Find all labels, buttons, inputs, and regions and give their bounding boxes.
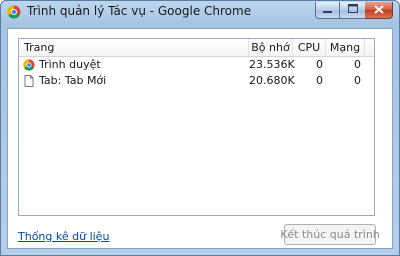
row-network: 0: [354, 58, 361, 71]
row-memory: 20.680K: [249, 74, 295, 87]
maximize-button[interactable]: [340, 2, 366, 19]
minimize-icon: [323, 5, 332, 16]
page-icon: [24, 75, 34, 87]
column-header-page[interactable]: Trang: [19, 39, 249, 56]
row-name: Tab: Tab Mới: [39, 74, 107, 87]
chrome-icon: [7, 5, 21, 19]
row-memory: 23.536K: [249, 58, 295, 71]
window-title: Trình quản lý Tác vụ - Google Chrome: [27, 4, 252, 18]
stats-for-nerds-link[interactable]: Thống kê dữ liệu: [18, 230, 109, 243]
column-header-cpu[interactable]: CPU: [293, 39, 326, 56]
table-row[interactable]: Trình duyệt 23.536K 0 0: [19, 57, 374, 73]
task-manager-window: Trình quản lý Tác vụ - Google Chrome Tra…: [0, 0, 400, 256]
row-cpu: 0: [316, 74, 323, 87]
column-header-memory[interactable]: Bộ nhớ: [249, 39, 293, 56]
maximize-icon: [347, 4, 358, 16]
close-icon: [373, 4, 384, 16]
minimize-button[interactable]: [315, 2, 340, 19]
end-process-button[interactable]: Kết thúc quá trình: [280, 224, 380, 245]
row-network: 0: [354, 74, 361, 87]
process-table[interactable]: Trang Bộ nhớ CPU Mạng Trình duyệt 23.536…: [18, 38, 375, 216]
task-manager-panel: Trang Bộ nhớ CPU Mạng Trình duyệt 23.536…: [7, 28, 393, 249]
table-row[interactable]: Tab: Tab Mới 20.680K 0 0: [19, 73, 374, 89]
row-name: Trình duyệt: [39, 58, 101, 71]
close-button[interactable]: [365, 2, 393, 19]
title-bar[interactable]: Trình quản lý Tác vụ - Google Chrome: [1, 1, 399, 23]
column-header-network[interactable]: Mạng: [326, 39, 365, 56]
chrome-icon: [23, 59, 35, 71]
row-cpu: 0: [316, 58, 323, 71]
table-header: Trang Bộ nhớ CPU Mạng: [19, 39, 374, 57]
